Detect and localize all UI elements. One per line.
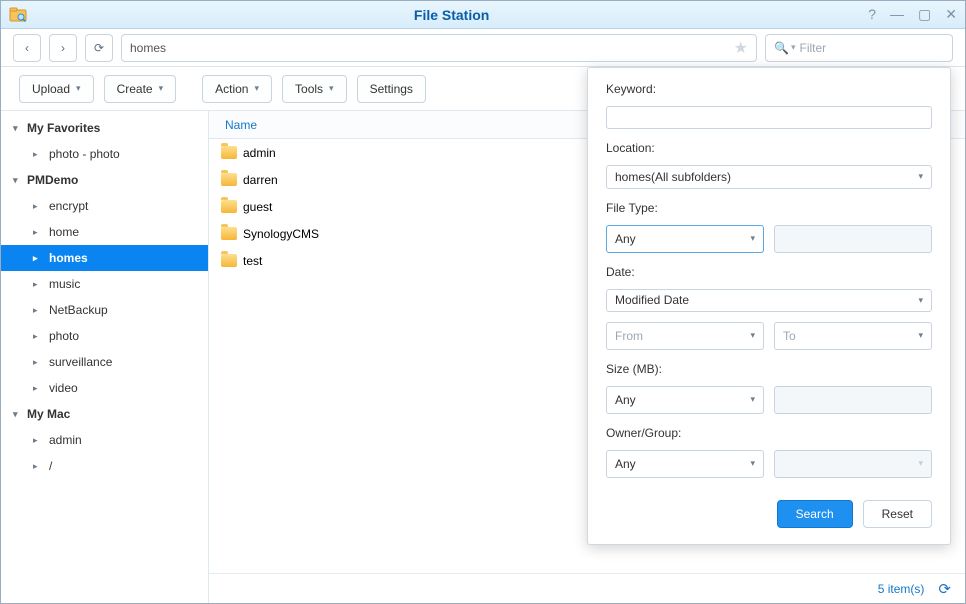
owner-extra: ▾ — [774, 450, 932, 478]
reset-button[interactable]: Reset — [863, 500, 932, 528]
navbar: ‹ › ⟳ homes ★ 🔍 ▾ Filter — [1, 29, 965, 67]
size-label: Size (MB): — [606, 362, 932, 376]
tree-item[interactable]: ▸music — [1, 271, 208, 297]
list-refresh-icon[interactable]: ⟳ — [938, 580, 951, 598]
filetype-select[interactable]: Any▾ — [606, 225, 764, 253]
date-type-select[interactable]: Modified Date▾ — [606, 289, 932, 312]
keyword-label: Keyword: — [606, 82, 932, 96]
date-to-select[interactable]: To▾ — [774, 322, 932, 350]
tools-button[interactable]: Tools▾ — [282, 75, 347, 103]
search-panel: Keyword: Location: homes(All subfolders)… — [587, 67, 951, 545]
folder-icon — [221, 254, 237, 267]
sidebar: ▾My Favorites▸photo - photo▾PMDemo▸encry… — [1, 111, 209, 603]
size-select[interactable]: Any▾ — [606, 386, 764, 414]
tree-item[interactable]: ▸photo — [1, 323, 208, 349]
titlebar: File Station ? — ▢ ✕ — [1, 1, 965, 29]
date-label: Date: — [606, 265, 932, 279]
owner-label: Owner/Group: — [606, 426, 932, 440]
file-name: admin — [243, 146, 276, 160]
item-count: 5 item(s) — [878, 582, 925, 596]
tree-group[interactable]: ▾My Favorites — [1, 115, 208, 141]
folder-icon — [221, 146, 237, 159]
tree-group[interactable]: ▾My Mac — [1, 401, 208, 427]
statusbar: 5 item(s) ⟳ — [209, 573, 965, 603]
tree-item[interactable]: ▸video — [1, 375, 208, 401]
tree-item[interactable]: ▸/ — [1, 453, 208, 479]
tree-item[interactable]: ▸home — [1, 219, 208, 245]
tree-item[interactable]: ▸admin — [1, 427, 208, 453]
filetype-extra — [774, 225, 932, 253]
maximize-icon[interactable]: ▢ — [918, 6, 931, 23]
tree-item[interactable]: ▸photo - photo — [1, 141, 208, 167]
create-button[interactable]: Create▾ — [104, 75, 177, 103]
date-from-select[interactable]: From▾ — [606, 322, 764, 350]
back-button[interactable]: ‹ — [13, 34, 41, 62]
tree-item[interactable]: ▸encrypt — [1, 193, 208, 219]
search-button[interactable]: Search — [777, 500, 853, 528]
folder-icon — [221, 227, 237, 240]
filter-input[interactable]: 🔍 ▾ Filter — [765, 34, 953, 62]
size-extra — [774, 386, 932, 414]
tree-item[interactable]: ▸surveillance — [1, 349, 208, 375]
file-name: test — [243, 254, 262, 268]
filter-dropdown-icon[interactable]: ▾ — [791, 42, 796, 53]
action-button[interactable]: Action▾ — [202, 75, 272, 103]
folder-icon — [221, 173, 237, 186]
favorite-star-icon[interactable]: ★ — [734, 38, 748, 58]
tree-item[interactable]: ▸homes — [1, 245, 208, 271]
keyword-input[interactable] — [606, 106, 932, 129]
file-name: darren — [243, 173, 278, 187]
refresh-button[interactable]: ⟳ — [85, 34, 113, 62]
settings-button[interactable]: Settings — [357, 75, 426, 103]
forward-button[interactable]: › — [49, 34, 77, 62]
search-icon: 🔍 — [774, 41, 789, 55]
path-input[interactable]: homes ★ — [121, 34, 757, 62]
filter-placeholder: Filter — [799, 41, 826, 55]
tree-item[interactable]: ▸NetBackup — [1, 297, 208, 323]
file-name: SynologyCMS — [243, 227, 319, 241]
filetype-label: File Type: — [606, 201, 932, 215]
app-icon — [9, 6, 27, 24]
location-label: Location: — [606, 141, 932, 155]
folder-icon — [221, 200, 237, 213]
minimize-icon[interactable]: — — [890, 6, 904, 23]
file-name: guest — [243, 200, 272, 214]
tree-group[interactable]: ▾PMDemo — [1, 167, 208, 193]
app-title: File Station — [35, 7, 868, 23]
help-icon[interactable]: ? — [868, 6, 876, 23]
upload-button[interactable]: Upload▾ — [19, 75, 94, 103]
close-icon[interactable]: ✕ — [945, 6, 957, 23]
location-select[interactable]: homes(All subfolders)▾ — [606, 165, 932, 188]
app-window: File Station ? — ▢ ✕ ‹ › ⟳ homes ★ 🔍 ▾ F… — [0, 0, 966, 604]
path-text: homes — [130, 41, 166, 55]
owner-select[interactable]: Any▾ — [606, 450, 764, 478]
